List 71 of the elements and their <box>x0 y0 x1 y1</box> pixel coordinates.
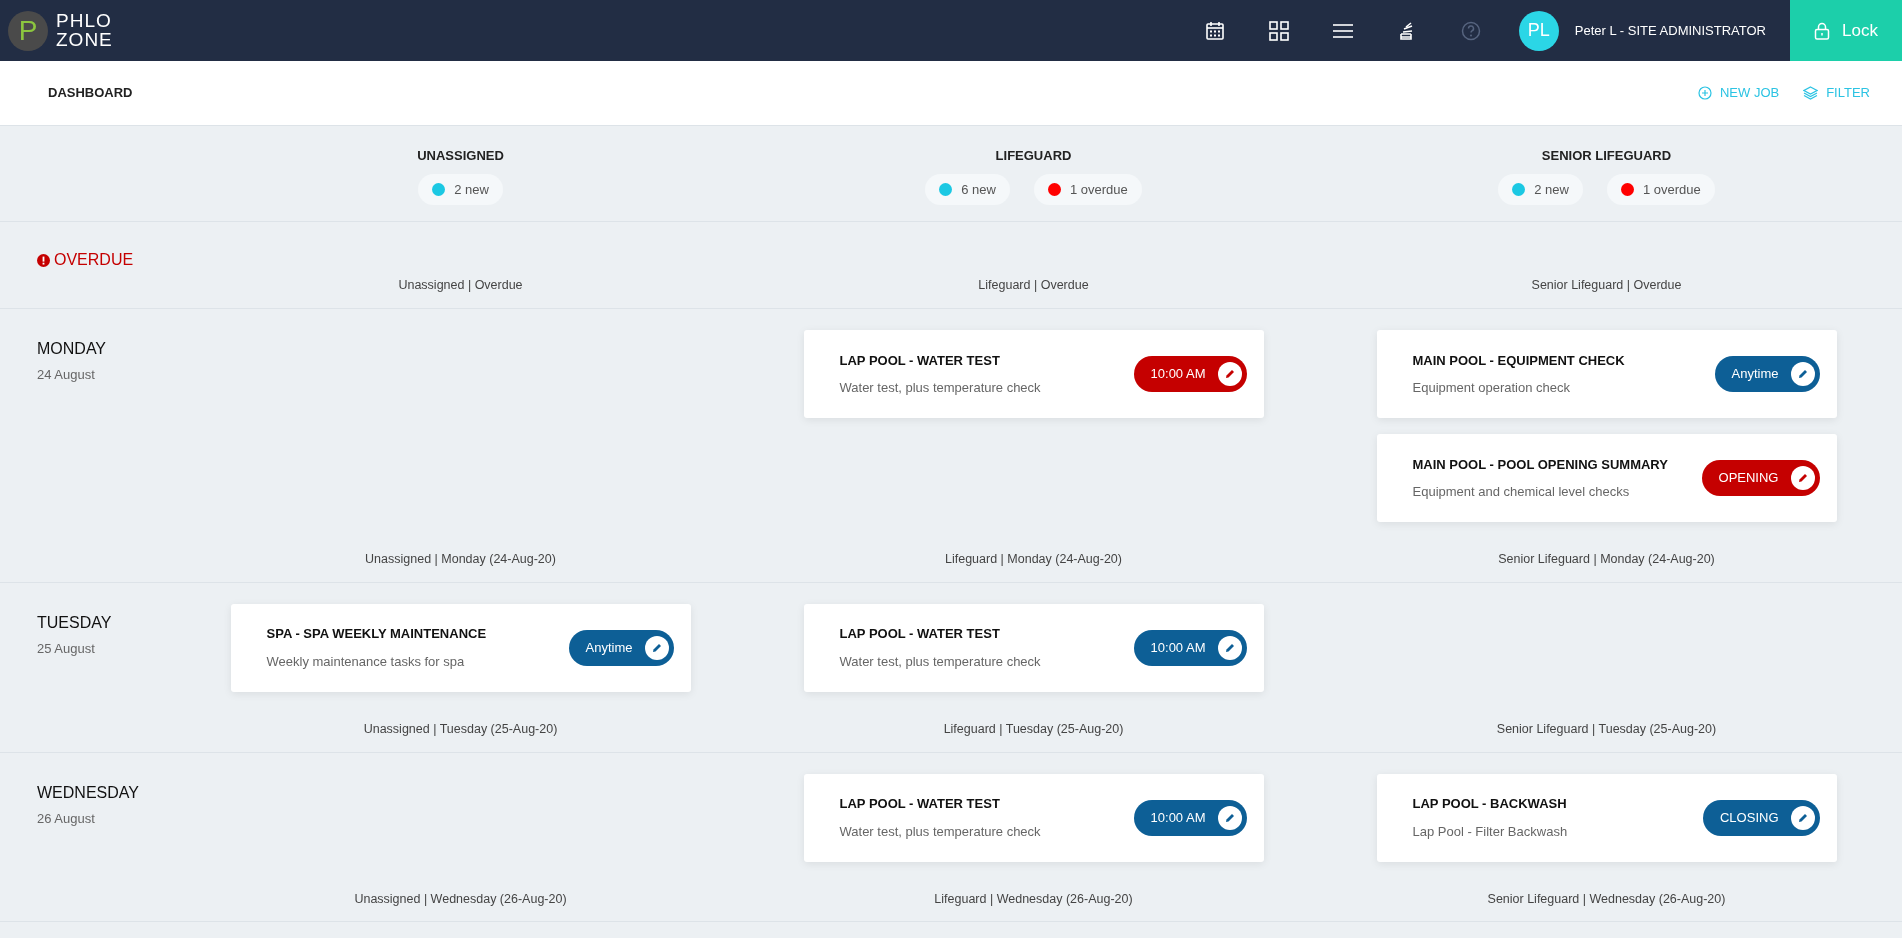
column-title: LIFEGUARD <box>995 147 1072 165</box>
count-badge: 6 new <box>925 173 1010 205</box>
column-footer: Senior Lifeguard | Overdue <box>1531 276 1682 295</box>
count-badge: 2 new <box>418 173 503 205</box>
job-description: Water test, plus temperature check <box>839 652 1041 671</box>
column-footer: Senior Lifeguard | Wednesday (26-Aug-20) <box>1487 889 1726 909</box>
logo-mark: P <box>8 10 48 51</box>
schedule-button[interactable]: 10:00 AM <box>1133 799 1247 836</box>
column-footer: Senior Lifeguard | Monday (24-Aug-20) <box>1498 550 1715 569</box>
column-footer: Lifeguard | Tuesday (25-Aug-20) <box>943 719 1124 739</box>
job-description: Weekly maintenance tasks for spa <box>266 652 466 671</box>
job-title: SPA - SPA WEEKLY MAINTENANCE <box>266 625 487 644</box>
job-card[interactable]: LAP POOL - BACKWASH Lap Pool - Filter Backwash CLOSING <box>1376 773 1837 862</box>
logo-text: PHLO <box>56 12 113 31</box>
column-title: SENIOR LIFEGUARD <box>1541 147 1672 165</box>
count-badge: 2 new <box>1498 173 1583 205</box>
pencil-icon <box>1217 635 1242 660</box>
job-card[interactable]: MAIN POOL - POOL OPENING SUMMARY Equipment and chemical level checks OPENING <box>1376 434 1837 522</box>
job-card[interactable]: LAP POOL - WATER TEST Water test, plus temperature check 10:00 AM <box>803 603 1264 692</box>
column-footer: Lifeguard | Monday (24-Aug-20) <box>945 550 1122 569</box>
pencil-icon <box>1790 466 1815 490</box>
day-date: 25 August <box>37 639 96 658</box>
schedule-button[interactable]: Anytime <box>1714 356 1820 392</box>
job-title: LAP POOL - BACKWASH <box>1412 795 1568 813</box>
overdue-heading: OVERDUE <box>37 248 174 272</box>
job-title: LAP POOL - WATER TEST <box>839 795 1001 813</box>
job-card[interactable]: LAP POOL - WATER TEST Water test, plus temperature check 10:00 AM <box>803 330 1264 418</box>
day-date: 24 August <box>37 366 96 384</box>
day-title: TUESDAY <box>37 612 113 633</box>
schedule-button[interactable]: 10:00 AM <box>1133 356 1247 392</box>
pencil-icon <box>1790 362 1815 386</box>
job-title: MAIN POOL - EQUIPMENT CHECK <box>1412 351 1625 370</box>
day-title: MONDAY <box>37 339 108 359</box>
job-card[interactable]: LAP POOL - WATER TEST Water test, plus temperature check 10:00 AM <box>803 773 1264 862</box>
pencil-icon <box>1790 805 1815 830</box>
layers-icon <box>1803 86 1819 100</box>
day-title: WEDNESDAY <box>37 782 140 803</box>
job-description: Equipment operation check <box>1412 379 1572 397</box>
column-footer: Senior Lifeguard | Tuesday (25-Aug-20) <box>1496 719 1717 739</box>
job-description: Water test, plus temperature check <box>839 379 1041 397</box>
schedule-button[interactable]: Anytime <box>568 629 674 666</box>
pencil-icon <box>644 635 669 660</box>
job-description: Equipment and chemical level checks <box>1412 483 1631 501</box>
column-footer: Unassigned | Monday (24-Aug-20) <box>365 550 556 569</box>
day-date: 26 August <box>37 809 96 828</box>
schedule-button[interactable]: OPENING <box>1701 460 1820 496</box>
count-badge: 1 overdue <box>1033 173 1142 205</box>
lock-icon <box>1814 21 1831 40</box>
column-title: UNASSIGNED <box>417 147 504 165</box>
alert-icon <box>37 253 50 267</box>
count-badge: 1 overdue <box>1606 173 1715 205</box>
pencil-icon <box>1217 805 1242 830</box>
user-name: Peter L - SITE ADMINISTRATOR <box>1574 21 1766 40</box>
job-title: MAIN POOL - POOL OPENING SUMMARY <box>1412 455 1668 474</box>
column-footer: Lifeguard | Overdue <box>978 276 1089 295</box>
schedule-button[interactable]: 10:00 AM <box>1133 629 1247 666</box>
column-footer: Unassigned | Wednesday (26-Aug-20) <box>354 889 567 909</box>
job-title: LAP POOL - WATER TEST <box>839 351 1001 370</box>
job-description: Water test, plus temperature check <box>839 822 1041 841</box>
pencil-icon <box>1217 362 1242 386</box>
plus-circle-icon <box>1697 86 1712 100</box>
job-description: Lap Pool - Filter Backwash <box>1412 822 1568 841</box>
job-card[interactable]: SPA - SPA WEEKLY MAINTENANCE Weekly maintenance tasks for spa Anytime <box>230 603 691 692</box>
job-title: LAP POOL - WATER TEST <box>839 625 1001 644</box>
logo-text: ZONE <box>56 30 113 49</box>
page-title: DASHBOARD <box>48 84 133 103</box>
job-card[interactable]: MAIN POOL - EQUIPMENT CHECK Equipment operation check Anytime <box>1376 330 1837 418</box>
schedule-button[interactable]: CLOSING <box>1703 799 1820 836</box>
column-footer: Unassigned | Tuesday (25-Aug-20) <box>363 719 558 739</box>
column-footer: Unassigned | Overdue <box>398 276 523 295</box>
column-footer: Lifeguard | Wednesday (26-Aug-20) <box>934 889 1133 909</box>
